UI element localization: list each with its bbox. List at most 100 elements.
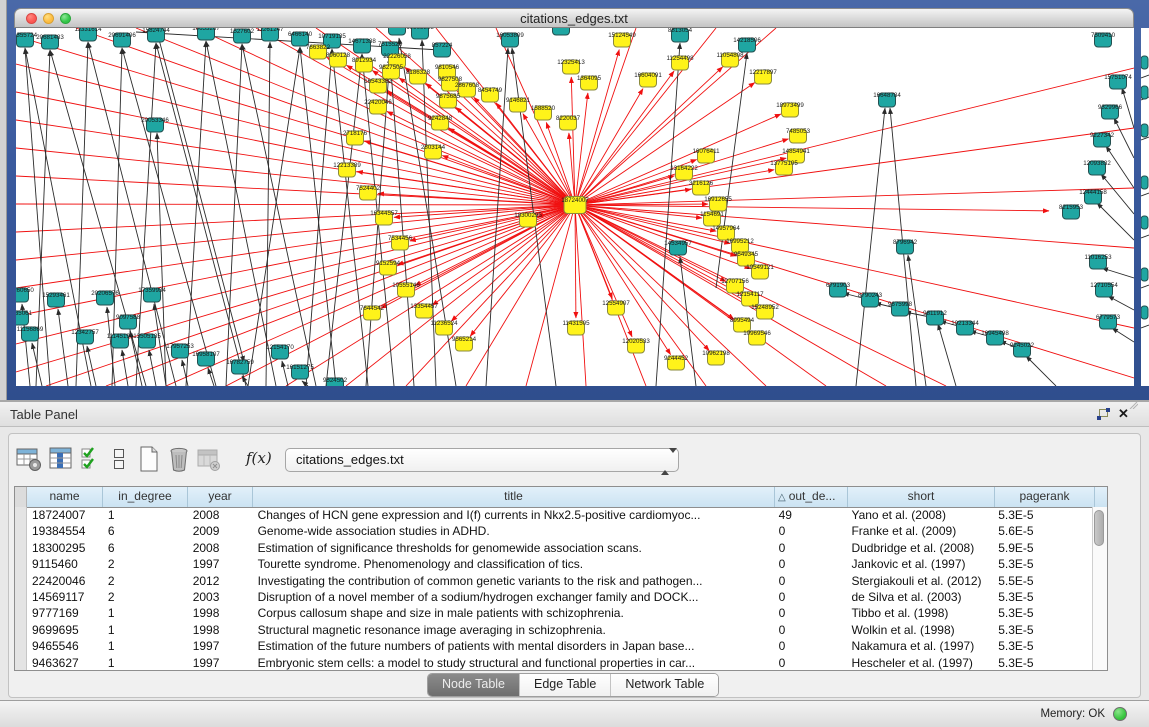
- tab-edge-table[interactable]: Edge Table: [520, 674, 611, 696]
- citation-edge-black[interactable]: [1097, 203, 1134, 240]
- table-cell[interactable]: 1: [103, 605, 188, 621]
- citation-edge-black[interactable]: [938, 324, 956, 386]
- column-header-out-degree[interactable]: △out_de...: [775, 487, 848, 507]
- table-cell[interactable]: Nakamura et al. (1997): [846, 638, 993, 654]
- citation-edge-red[interactable]: [575, 205, 671, 355]
- citation-edge-red[interactable]: [451, 205, 575, 321]
- table-cell[interactable]: Stergiakouli et al. (2012): [846, 573, 993, 589]
- function-builder-icon[interactable]: f(x): [246, 449, 272, 467]
- table-cell[interactable]: Tourette syndrome. Phenomenology and cla…: [253, 556, 774, 572]
- table-cell[interactable]: 9115460: [27, 556, 103, 572]
- table-cell[interactable]: 2: [103, 556, 188, 572]
- table-cell[interactable]: Dudbridge et al. (2008): [846, 540, 993, 556]
- table-cell[interactable]: 1998: [188, 622, 253, 638]
- table-cell[interactable]: 2: [103, 573, 188, 589]
- table-cell[interactable]: 1997: [188, 638, 253, 654]
- table-cell[interactable]: 1997: [188, 556, 253, 572]
- citation-edge-red[interactable]: [16, 205, 575, 372]
- citation-edge-black[interactable]: [242, 376, 248, 386]
- citation-edge-black[interactable]: [908, 255, 926, 386]
- table-cell[interactable]: 9463627: [27, 655, 103, 671]
- table-row[interactable]: 946362711997Embryonic stem cells: a mode…: [15, 655, 1093, 671]
- table-cell[interactable]: 5.3E-5: [993, 655, 1093, 671]
- citation-edge-red[interactable]: [575, 50, 619, 205]
- table-cell[interactable]: Jankovic et al. (1997): [846, 556, 993, 572]
- table-row[interactable]: 969969511998Structural magnetic resonanc…: [15, 622, 1093, 638]
- citation-edge-red[interactable]: [575, 205, 1134, 248]
- citation-edge-red[interactable]: [432, 205, 575, 305]
- citation-edge-red[interactable]: [575, 205, 1134, 378]
- table-cell[interactable]: 14569117: [27, 589, 103, 605]
- table-row[interactable]: 946554611997Estimation of the future num…: [15, 638, 1093, 654]
- column-header-short[interactable]: short: [848, 487, 995, 507]
- table-cell[interactable]: 0: [774, 638, 847, 654]
- table-row[interactable]: 2242004622012Investigating the contribut…: [15, 573, 1093, 589]
- table-selector-dropdown[interactable]: citations_edges.txt: [285, 448, 679, 472]
- citation-edge-red[interactable]: [16, 204, 575, 205]
- table-cell[interactable]: 2012: [188, 573, 253, 589]
- table-cell[interactable]: 0: [774, 622, 847, 638]
- table-cell[interactable]: Franke et al. (2009): [846, 523, 993, 539]
- citation-edge-black[interactable]: [58, 309, 68, 386]
- panel-resize-handle[interactable]: [1129, 402, 1138, 409]
- citation-edge-black[interactable]: [656, 43, 680, 386]
- table-cell[interactable]: Disruption of a novel member of a sodium…: [253, 589, 774, 605]
- table-cell[interactable]: Wolkin et al. (1998): [846, 622, 993, 638]
- table-cell[interactable]: Investigating the contribution of common…: [253, 573, 774, 589]
- citation-edge-black[interactable]: [1026, 356, 1056, 386]
- citation-edge-black[interactable]: [856, 108, 885, 386]
- table-cell[interactable]: Structural magnetic resonance image aver…: [253, 622, 774, 638]
- column-header-year[interactable]: year: [188, 487, 253, 507]
- table-row[interactable]: 911546021997Tourette syndrome. Phenomeno…: [15, 556, 1093, 572]
- column-header-title[interactable]: title: [253, 487, 775, 507]
- row-height-icon[interactable]: [112, 446, 126, 472]
- table-cell[interactable]: 1997: [188, 655, 253, 671]
- citation-edge-black[interactable]: [149, 350, 156, 386]
- table-row[interactable]: 1938455462009Genome-wide association stu…: [15, 523, 1093, 539]
- table-cell[interactable]: 49: [774, 507, 847, 523]
- table-cell[interactable]: 2009: [188, 523, 253, 539]
- table-cell[interactable]: Tibbo et al. (1998): [846, 605, 993, 621]
- citation-edge-red[interactable]: [16, 205, 575, 288]
- table-cell[interactable]: 0: [774, 573, 847, 589]
- table-cell[interactable]: 1998: [188, 605, 253, 621]
- table-body[interactable]: 1872400712008Changes of HCN gene express…: [15, 507, 1093, 671]
- citation-edge-red[interactable]: [575, 205, 632, 337]
- table-cell[interactable]: 1: [103, 622, 188, 638]
- close-panel-icon[interactable]: ✕: [1118, 406, 1129, 422]
- citation-edge-black[interactable]: [1106, 146, 1134, 188]
- citation-edge-red[interactable]: [16, 148, 575, 205]
- table-cell[interactable]: 9777169: [27, 605, 103, 621]
- citation-edge-red[interactable]: [16, 205, 575, 232]
- citation-edge-red[interactable]: [474, 97, 575, 205]
- table-cell[interactable]: Estimation of significance thresholds fo…: [253, 540, 774, 556]
- table-row[interactable]: 977716911998Corpus callosum shape and si…: [15, 605, 1093, 621]
- table-cell[interactable]: de Silva et al. (2003): [846, 589, 993, 605]
- citation-edge-black[interactable]: [422, 40, 436, 386]
- table-cell[interactable]: 0: [774, 556, 847, 572]
- citation-edge-red[interactable]: [106, 205, 575, 386]
- citation-edge-black[interactable]: [87, 346, 96, 386]
- citation-edge-black[interactable]: [1108, 296, 1134, 310]
- citation-edge-black[interactable]: [1114, 118, 1134, 158]
- table-cell[interactable]: 6: [103, 523, 188, 539]
- memory-status-indicator[interactable]: [1113, 707, 1127, 721]
- table-cell[interactable]: 18300295: [27, 540, 103, 556]
- table-cell[interactable]: Yano et al. (2008): [846, 507, 993, 523]
- table-cell[interactable]: 5.3E-5: [993, 589, 1093, 605]
- citation-edge-red[interactable]: [16, 176, 575, 205]
- table-cell[interactable]: 9465546: [27, 638, 103, 654]
- table-cell[interactable]: 5.3E-5: [993, 556, 1093, 572]
- tab-network-table[interactable]: Network Table: [611, 674, 718, 696]
- table-row[interactable]: 1830029562008Estimation of significance …: [15, 540, 1093, 556]
- table-cell[interactable]: 5.5E-5: [993, 573, 1093, 589]
- citation-edge-red[interactable]: [406, 205, 575, 386]
- citation-edge-black[interactable]: [326, 54, 362, 386]
- citation-edge-red[interactable]: [575, 205, 586, 386]
- citation-edge-red[interactable]: [575, 83, 755, 205]
- column-header-pagerank[interactable]: pagerank: [995, 487, 1095, 507]
- table-cell[interactable]: 18724007: [27, 507, 103, 523]
- table-scrollbar[interactable]: [1092, 507, 1107, 670]
- network-window-titlebar[interactable]: citations_edges.txt: [14, 8, 1134, 28]
- citation-edge-red[interactable]: [256, 28, 575, 205]
